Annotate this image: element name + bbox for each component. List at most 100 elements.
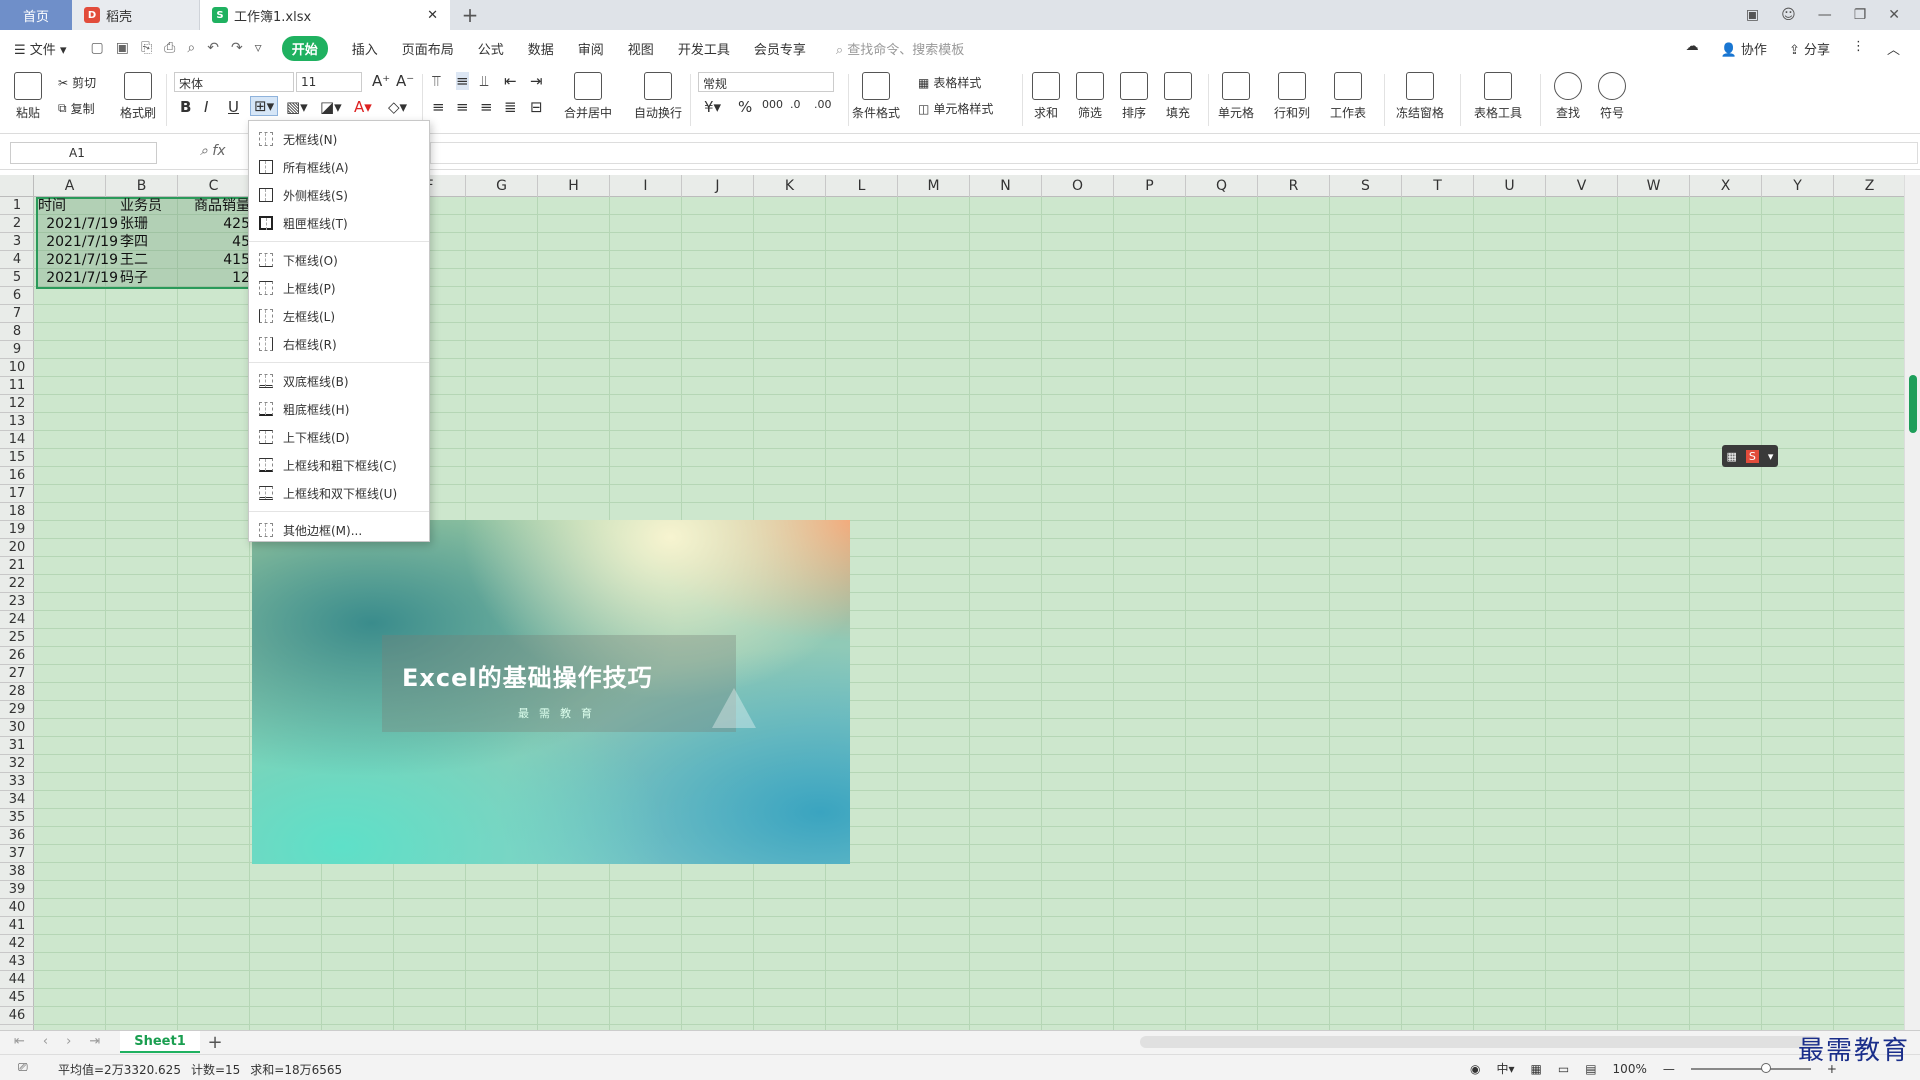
format-painter-button[interactable]: 格式刷 xyxy=(120,72,156,121)
column-header[interactable]: L xyxy=(826,175,898,197)
menu-tab-developer[interactable]: 开发工具 xyxy=(678,39,730,58)
zoom-slider[interactable] xyxy=(1690,1062,1811,1073)
menu-tab-insert[interactable]: 插入 xyxy=(352,39,378,58)
collapse-ribbon-icon[interactable]: ︿ xyxy=(1887,39,1900,58)
freeze-panes-button[interactable]: 冻结窗格 xyxy=(1396,72,1444,121)
last-sheet-icon[interactable]: ⇥ xyxy=(89,1034,100,1049)
cell-style-button[interactable]: ◫ 单元格样式 xyxy=(918,100,993,117)
table-cell[interactable]: 12 xyxy=(190,269,250,287)
menu-tab-home[interactable]: 开始 xyxy=(281,35,328,61)
column-header[interactable]: C xyxy=(178,175,250,197)
row-header[interactable]: 34 xyxy=(0,791,34,809)
column-header[interactable]: V xyxy=(1546,175,1618,197)
row-header[interactable]: 7 xyxy=(0,305,34,323)
menu-item-bottom-border[interactable]: 下框线(O) xyxy=(249,246,429,274)
increase-font-icon[interactable]: A⁺ xyxy=(372,72,390,90)
prev-sheet-icon[interactable]: ‹ xyxy=(43,1034,48,1049)
menu-item-top-bottom-border[interactable]: 上下框线(D) xyxy=(249,423,429,451)
column-header[interactable]: K xyxy=(754,175,826,197)
row-header[interactable]: 26 xyxy=(0,647,34,665)
select-all-corner[interactable] xyxy=(0,175,34,197)
menu-tab-member[interactable]: 会员专享 xyxy=(754,39,806,58)
cut-button[interactable]: ✂ 剪切 xyxy=(58,74,96,91)
italic-icon[interactable]: I xyxy=(204,98,208,116)
zoom-level[interactable]: 100% xyxy=(1613,1062,1647,1076)
column-header[interactable]: T xyxy=(1402,175,1474,197)
bold-icon[interactable]: B xyxy=(180,98,191,116)
column-header[interactable]: B xyxy=(106,175,178,197)
menu-item-top-thick-bottom-border[interactable]: 上框线和粗下框线(C) xyxy=(249,451,429,479)
eye-protection-icon[interactable]: ◉ xyxy=(1470,1062,1480,1076)
font-color-icon[interactable]: A▾ xyxy=(354,98,372,116)
print-icon[interactable]: ⎙ xyxy=(164,40,175,56)
align-bottom-icon[interactable]: ⫫ xyxy=(480,72,488,90)
table-cell[interactable]: 张珊 xyxy=(120,215,188,233)
more-icon[interactable]: ▿ xyxy=(255,40,262,56)
row-header[interactable]: 9 xyxy=(0,341,34,359)
command-search[interactable]: ⌕ 查找命令、搜索模板 xyxy=(836,39,964,58)
increase-decimal-icon[interactable]: .0 xyxy=(790,98,801,111)
fill-color-icon[interactable]: ◪▾ xyxy=(320,98,342,116)
kebab-icon[interactable]: ⋮ xyxy=(1852,39,1865,58)
menu-tab-review[interactable]: 审阅 xyxy=(578,39,604,58)
align-center-icon[interactable]: ≡ xyxy=(456,98,469,116)
first-sheet-icon[interactable]: ⇤ xyxy=(14,1034,25,1049)
restore-icon[interactable]: ❐ xyxy=(1854,7,1867,23)
cloud-sync-icon[interactable]: ☁ xyxy=(1686,39,1699,58)
table-cell[interactable]: 业务员 xyxy=(120,197,188,215)
menu-tab-formulas[interactable]: 公式 xyxy=(478,39,504,58)
column-header[interactable]: G xyxy=(466,175,538,197)
column-header[interactable]: X xyxy=(1690,175,1762,197)
row-header[interactable]: 35 xyxy=(0,809,34,827)
sort-button[interactable]: 排序 xyxy=(1120,72,1148,121)
cell-button[interactable]: 单元格 xyxy=(1218,72,1254,121)
tab-workbook[interactable]: S 工作簿1.xlsx ✕ xyxy=(200,0,450,30)
row-header[interactable]: 39 xyxy=(0,881,34,899)
ime-toolbar[interactable]: ▦ S ▾ xyxy=(1722,445,1778,467)
new-tab-button[interactable]: + xyxy=(450,0,490,30)
table-cell[interactable]: 2021/7/19 xyxy=(38,269,118,287)
redo-icon[interactable]: ↷ xyxy=(231,40,243,56)
table-cell[interactable]: 商品销量 xyxy=(190,197,250,215)
page-layout-view-icon[interactable]: ▭ xyxy=(1558,1062,1569,1076)
row-header[interactable]: 22 xyxy=(0,575,34,593)
underline-icon[interactable]: U xyxy=(228,98,239,116)
row-header[interactable]: 12 xyxy=(0,395,34,413)
decrease-font-icon[interactable]: A⁻ xyxy=(396,72,414,90)
number-format-select[interactable]: 常规 xyxy=(698,72,834,92)
layout-icon[interactable]: ▣ xyxy=(1746,7,1759,23)
export-icon[interactable]: ⎘ xyxy=(141,40,152,56)
column-header[interactable]: A xyxy=(34,175,106,197)
merge-center-button[interactable]: 合并居中 xyxy=(564,72,612,121)
thousands-icon[interactable]: 000 xyxy=(762,98,783,111)
row-header[interactable]: 29 xyxy=(0,701,34,719)
table-cell[interactable]: 时间 xyxy=(38,197,118,215)
row-header[interactable]: 43 xyxy=(0,953,34,971)
row-header[interactable]: 20 xyxy=(0,539,34,557)
menu-tab-data[interactable]: 数据 xyxy=(528,39,554,58)
table-cell[interactable]: 2021/7/19 xyxy=(38,215,118,233)
vertical-scrollbar[interactable] xyxy=(1904,175,1920,1030)
paste-button[interactable]: 粘贴 xyxy=(14,72,42,121)
column-header[interactable]: H xyxy=(538,175,610,197)
macro-record-icon[interactable]: ⎚ xyxy=(18,1060,28,1075)
column-header[interactable]: I xyxy=(610,175,682,197)
zoom-slider-knob[interactable] xyxy=(1760,1062,1771,1073)
row-header[interactable]: 45 xyxy=(0,989,34,1007)
menu-item-thick-bottom-border[interactable]: 粗底框线(H) xyxy=(249,395,429,423)
table-cell[interactable]: 2021/7/19 xyxy=(38,233,118,251)
column-header[interactable]: O xyxy=(1042,175,1114,197)
row-header[interactable]: 5 xyxy=(0,269,34,287)
row-header[interactable]: 16 xyxy=(0,467,34,485)
preview-icon[interactable]: ⌕ xyxy=(187,40,195,56)
menu-item-top-border[interactable]: 上框线(P) xyxy=(249,274,429,302)
table-cell[interactable]: 码子 xyxy=(120,269,188,287)
row-header[interactable]: 25 xyxy=(0,629,34,647)
menu-item-right-border[interactable]: 右框线(R) xyxy=(249,330,429,358)
border-dropdown-icon[interactable]: ⊞▾ xyxy=(250,96,279,116)
column-header[interactable]: Z xyxy=(1834,175,1904,197)
row-header[interactable]: 10 xyxy=(0,359,34,377)
close-tab-icon[interactable]: ✕ xyxy=(427,8,438,23)
worksheet-button[interactable]: 工作表 xyxy=(1330,72,1366,121)
row-header[interactable]: 21 xyxy=(0,557,34,575)
